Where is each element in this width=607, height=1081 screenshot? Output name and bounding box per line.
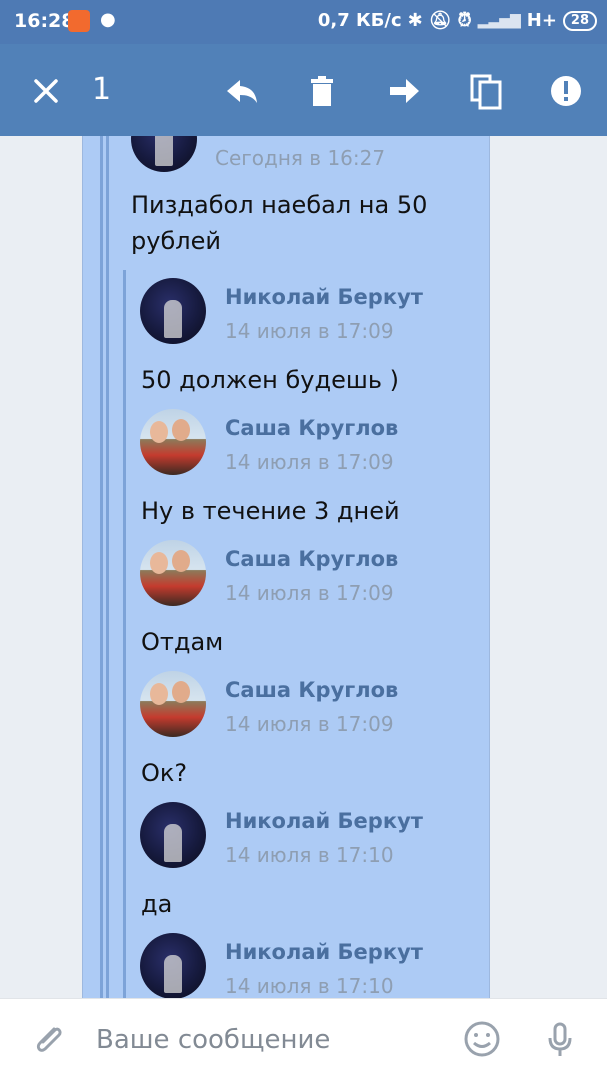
quote-rail-outer-2 (106, 136, 109, 998)
quote-rail-outer (100, 136, 103, 998)
avatar[interactable] (140, 671, 206, 737)
microphone-icon[interactable] (540, 1019, 580, 1059)
message-date: 14 июля в 17:09 (225, 581, 394, 605)
close-icon[interactable] (26, 71, 66, 111)
author-name[interactable]: Саша Круглов (225, 416, 398, 440)
attach-icon[interactable] (28, 1019, 68, 1059)
message-text: 50 должен будешь ) (141, 366, 399, 394)
signal-icon: ▂▃▅▇ (477, 12, 521, 29)
compose-bar: Ваше сообщение (0, 998, 607, 1081)
forward-icon[interactable] (384, 71, 424, 111)
avatar[interactable] (140, 540, 206, 606)
delete-icon[interactable] (302, 71, 342, 111)
avatar (131, 136, 197, 172)
alarm-icon: ⏰︎ (457, 10, 472, 31)
message-date: 14 июля в 17:09 (225, 319, 394, 343)
message-text: Отдам (141, 628, 224, 656)
author-name[interactable]: Николай Беркут (225, 285, 423, 309)
message-date: 14 июля в 17:10 (225, 843, 394, 867)
author-name[interactable]: Саша Круглов (225, 547, 398, 571)
mute-icon: 🔕︎ (428, 10, 452, 31)
copy-icon[interactable] (466, 71, 506, 111)
chat-notification-icon: ● (100, 9, 116, 30)
network-speed: 0,7 КБ/с (317, 10, 402, 31)
message-text-line1: Пиздабол наебал на 50 (131, 191, 428, 219)
selected-message[interactable]: Сегодня в 16:27 Пиздабол наебал на 50 ру… (82, 136, 490, 998)
message-date: 14 июля в 17:09 (225, 712, 394, 736)
avatar[interactable] (140, 802, 206, 868)
selected-count: 1 (92, 72, 112, 107)
message-text: Ок? (141, 759, 188, 787)
report-icon[interactable] (546, 71, 586, 111)
message-text: да (141, 890, 173, 918)
author-name[interactable]: Николай Беркут (225, 940, 423, 964)
message-date: 14 июля в 17:09 (225, 450, 394, 474)
avatar[interactable] (140, 409, 206, 475)
status-bar: 16:28 ● 0,7 КБ/с ✱ 🔕︎ ⏰︎ ▂▃▅▇ H+ 28 (0, 0, 607, 44)
author-name[interactable]: Николай Беркут (225, 809, 423, 833)
avatar[interactable] (140, 933, 206, 998)
selection-toolbar: 1 (0, 44, 607, 136)
quote-rail-inner (123, 270, 126, 998)
message-text: Ну в течение 3 дней (141, 497, 400, 525)
notification-app-icon (68, 10, 90, 32)
network-type: H+ (526, 10, 557, 31)
status-right: 0,7 КБ/с ✱ 🔕︎ ⏰︎ ▂▃▅▇ H+ 28 (318, 10, 597, 31)
message-date: Сегодня в 16:27 (215, 146, 386, 170)
reply-icon[interactable] (222, 71, 262, 111)
author-name[interactable]: Саша Круглов (225, 678, 398, 702)
bluetooth-icon: ✱ (407, 10, 423, 31)
message-text-line2: рублей (131, 227, 221, 255)
battery-indicator: 28 (562, 10, 597, 31)
message-date: 14 июля в 17:10 (225, 974, 394, 998)
avatar[interactable] (140, 278, 206, 344)
emoji-icon[interactable] (462, 1019, 502, 1059)
status-time: 16:28 (14, 10, 75, 32)
message-input[interactable]: Ваше сообщение (96, 1025, 330, 1055)
message-list[interactable]: Сегодня в 16:27 Пиздабол наебал на 50 ру… (0, 136, 607, 998)
